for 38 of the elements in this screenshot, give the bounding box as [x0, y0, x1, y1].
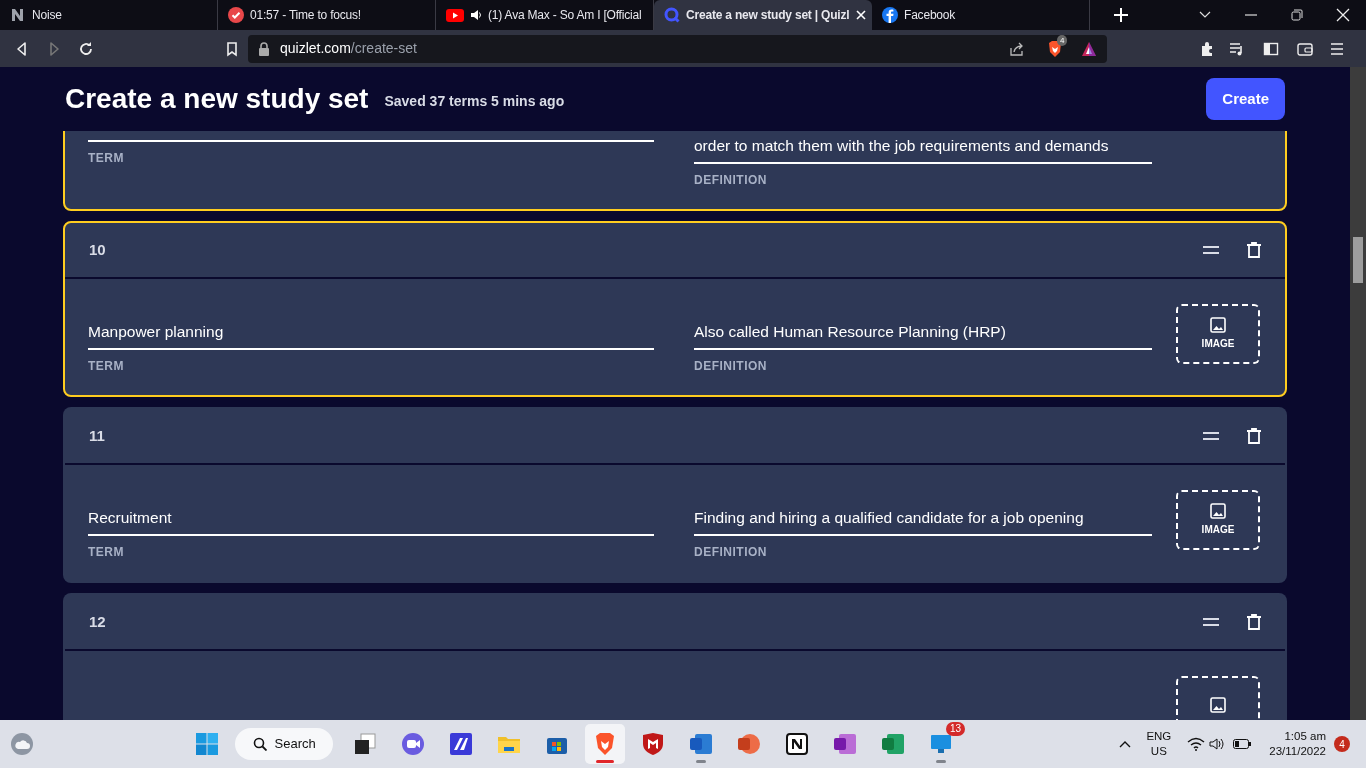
term-label: TERM: [88, 359, 125, 373]
tab-title: (1) Ava Max - So Am I [Official: [488, 7, 643, 24]
shields-count: 4: [1057, 35, 1068, 46]
definition-input[interactable]: Also called Human Resource Planning (HRP): [694, 321, 1152, 343]
definition-input[interactable]: order to match them with the job requirements and demands: [694, 131, 1152, 157]
app-badge: 13: [946, 722, 966, 736]
definition-label: DEFINITION: [694, 545, 768, 559]
clock-date: 23/11/2022: [1269, 744, 1326, 759]
tab-title: 01:57 - Time to focus!: [250, 7, 362, 24]
shields-button[interactable]: 4: [1047, 38, 1063, 59]
notification-badge[interactable]: 4: [1334, 736, 1350, 752]
card-number: 12: [89, 611, 106, 632]
page-title: Create a new study set: [65, 82, 369, 116]
clock-time: 1:05 am: [1284, 729, 1326, 744]
address-field[interactable]: quizlet.com/create-set 4: [248, 34, 1107, 63]
card-number: 10: [89, 239, 106, 260]
tab-title: Facebook: [904, 7, 957, 24]
term-label: TERM: [88, 545, 125, 559]
tab-title: Noise: [32, 7, 63, 24]
language-indicator[interactable]: ENG US: [1146, 729, 1172, 759]
clock[interactable]: 1:05 am 23/11/2022: [1269, 729, 1326, 759]
term-input[interactable]: Manpower planning: [88, 321, 654, 343]
save-status: Saved 37 terms 5 mins ago: [384, 91, 565, 111]
definition-label: DEFINITION: [694, 359, 768, 373]
card-number: 11: [89, 425, 105, 446]
definition-input[interactable]: Finding and hiring a qualified candidate for a job opening: [694, 507, 1152, 529]
definition-label: DEFINITION: [694, 173, 768, 187]
create-button[interactable]: Create: [1206, 77, 1285, 121]
image-upload-button[interactable]: IMAGE: [1176, 490, 1260, 550]
language-code: ENG: [1146, 729, 1172, 744]
browser-tab[interactable]: Create a new study set | Quizl: [654, 0, 872, 30]
term-input[interactable]: Recruitment: [88, 507, 654, 529]
image-upload-button[interactable]: IMAGE: [1176, 304, 1260, 364]
tab-title: Create a new study set | Quizl: [686, 7, 850, 24]
region-code: US: [1149, 744, 1168, 759]
url-text: quizlet.com/create-set: [280, 39, 417, 58]
term-label: TERM: [88, 151, 125, 165]
search-button[interactable]: Search: [235, 728, 334, 760]
